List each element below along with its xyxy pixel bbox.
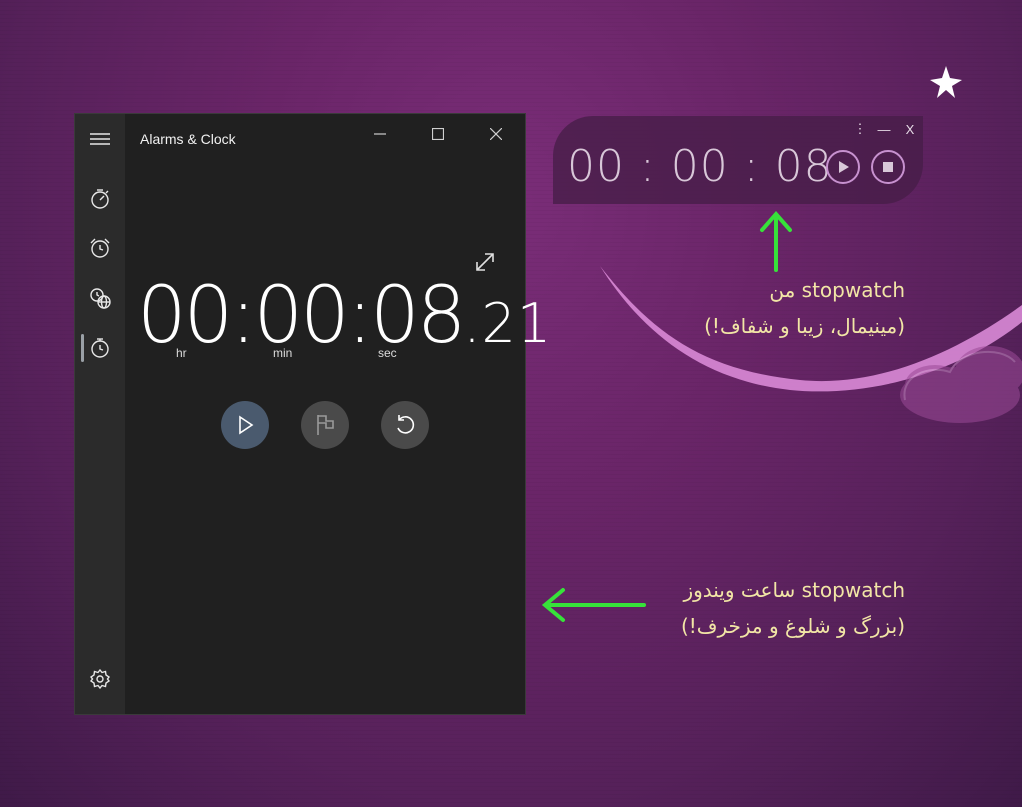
mini-annotation-subtitle: (مینیمال، زیبا و شفاف!) [704, 314, 905, 338]
stopwatch-display: 00:00:08.21 [137, 274, 552, 358]
unit-min: min [273, 346, 293, 360]
up-arrow-icon [760, 210, 792, 272]
mini-close-button[interactable]: X [901, 118, 919, 140]
mini-annotation-title: stopwatch من [769, 278, 905, 302]
stopwatch-icon [91, 338, 109, 358]
unit-sec: sec [378, 346, 397, 360]
cloud-icon [900, 346, 1022, 423]
star-icon [930, 66, 962, 98]
left-arrow-icon [541, 588, 646, 622]
maximize-icon [432, 128, 444, 140]
kebab-menu-icon: ⋮ [853, 121, 867, 136]
mini-menu-button[interactable]: ⋮ [853, 118, 867, 140]
nav-item-timer[interactable] [75, 179, 125, 219]
nav-sidebar [75, 114, 125, 714]
expand-icon [476, 253, 494, 271]
play-icon [239, 415, 254, 435]
stopwatch-fraction: .21 [463, 292, 553, 355]
nav-item-alarm[interactable] [75, 228, 125, 268]
mini-stop-button[interactable] [871, 150, 905, 184]
lap-button[interactable] [301, 401, 349, 449]
unit-hr: hr [176, 346, 187, 360]
close-icon [490, 128, 502, 140]
mini-stopwatch-widget: ⋮ — X 00 : 00 : 08 [553, 116, 923, 204]
minimize-icon: — [877, 121, 891, 137]
minimize-button[interactable] [365, 122, 395, 146]
alarm-icon [90, 238, 110, 258]
stop-icon [883, 162, 893, 172]
nav-item-settings[interactable] [75, 659, 125, 699]
minimize-icon [374, 133, 386, 135]
lap-flag-icon [317, 415, 334, 435]
expand-button[interactable] [473, 250, 497, 274]
maximize-button[interactable] [423, 122, 453, 146]
window-title: Alarms & Clock [140, 131, 236, 147]
nav-item-stopwatch[interactable] [75, 328, 125, 368]
mini-minimize-button[interactable]: — [873, 118, 895, 140]
start-button[interactable] [221, 401, 269, 449]
world-clock-icon [90, 288, 111, 309]
nav-item-world-clock[interactable] [75, 278, 125, 318]
window-annotation-subtitle: (بزرگ و شلوغ و مزخرف!) [680, 614, 905, 638]
reset-button[interactable] [381, 401, 429, 449]
alarms-clock-window: Alarms & Clock 00:00:08.21 hr min sec [75, 114, 551, 714]
mini-time-display: 00 : 00 : 08 [567, 141, 833, 192]
close-button[interactable] [481, 122, 511, 146]
settings-icon [89, 668, 111, 690]
menu-icon [90, 133, 110, 145]
reset-icon [397, 415, 415, 434]
mini-play-button[interactable] [826, 150, 860, 184]
close-icon: X [905, 121, 915, 137]
window-annotation-title: stopwatch ساعت ویندوز [683, 578, 905, 602]
timer-icon [91, 189, 109, 209]
play-icon [839, 161, 849, 173]
hamburger-menu-button[interactable] [75, 119, 125, 159]
